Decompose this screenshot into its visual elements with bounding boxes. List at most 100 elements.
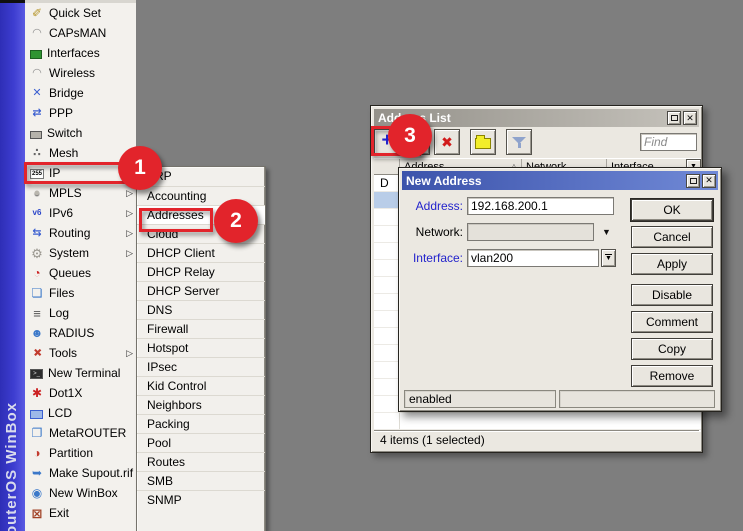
filter-button[interactable] [506, 129, 532, 155]
cancel-button[interactable]: Cancel [631, 226, 713, 248]
sidebar-item-radius[interactable]: RADIUS [25, 323, 136, 343]
maximize-icon [690, 178, 697, 184]
apply-button[interactable]: Apply [631, 253, 713, 275]
sidebar-menu: Quick Set CAPsMAN Interfaces Wireless Br… [25, 0, 136, 531]
submenu-arrow-icon: ▷ [126, 228, 133, 239]
submenu-arrow-icon: ▷ [126, 248, 133, 259]
radius-icon [30, 326, 44, 340]
network-dropdown-icon[interactable]: ▼ [602, 227, 611, 237]
find-input[interactable] [640, 133, 697, 151]
dialog-status-enabled: enabled [404, 390, 556, 408]
submenu-item-firewall[interactable]: Firewall [137, 319, 265, 338]
ppp-icon [30, 106, 44, 120]
switch-icon [30, 131, 42, 139]
submenu-item-dhcp-relay[interactable]: DHCP Relay [137, 262, 265, 281]
sidebar-item-exit[interactable]: Exit [25, 503, 136, 523]
close-icon: ✕ [686, 114, 694, 123]
sidebar-item-metarouter[interactable]: MetaROUTER [25, 423, 136, 443]
ipv6-icon [30, 206, 44, 220]
remove-button[interactable]: Remove [631, 365, 713, 387]
sidebar-item-quick-set[interactable]: Quick Set [25, 3, 136, 23]
disable-button[interactable]: Disable [631, 284, 713, 306]
submenu-item-dhcp-server[interactable]: DHCP Server [137, 281, 265, 300]
submenu-item-dhcp-client[interactable]: DHCP Client [137, 243, 265, 262]
annotation-step2-badge: 2 [214, 199, 258, 243]
network-input[interactable] [467, 223, 594, 241]
submenu-item-kid-control[interactable]: Kid Control [137, 376, 265, 395]
sidebar-item-bridge[interactable]: Bridge [25, 83, 136, 103]
submenu-item-pool[interactable]: Pool [137, 433, 265, 452]
submenu-item-snmp[interactable]: SNMP [137, 490, 265, 509]
maximize-button[interactable] [686, 174, 700, 188]
comment-button[interactable]: Comment [631, 311, 713, 333]
terminal-icon [30, 369, 43, 379]
close-button[interactable]: ✕ [702, 174, 716, 188]
sidebar-item-queues[interactable]: Queues [25, 263, 136, 283]
interface-dropdown-button[interactable]: ▼ [601, 249, 616, 267]
wireless-icon [30, 66, 44, 80]
sidebar-item-tools[interactable]: Tools▷ [25, 343, 136, 363]
files-icon [30, 286, 44, 300]
annotation-step3-badge: 3 [388, 114, 432, 158]
dialog-status-extra [559, 390, 715, 408]
sidebar-item-new-terminal[interactable]: New Terminal [25, 363, 136, 383]
submenu-item-routes[interactable]: Routes [137, 452, 265, 471]
sidebar-item-switch[interactable]: Switch [25, 123, 136, 143]
address-list-statusbar: 4 items (1 selected) [374, 430, 699, 449]
close-button[interactable]: ✕ [683, 111, 697, 125]
address-input[interactable] [467, 197, 614, 215]
cross-icon: ✖ [441, 134, 453, 151]
sidebar-item-ipv6[interactable]: IPv6▷ [25, 203, 136, 223]
queues-icon [30, 266, 44, 280]
maximize-button[interactable] [667, 111, 681, 125]
exit-icon [30, 506, 44, 520]
address-field-label: Address: [401, 197, 463, 215]
copy-button[interactable]: Copy [631, 338, 713, 360]
disable-button[interactable]: ✖ [434, 129, 460, 155]
ok-button[interactable]: OK [631, 199, 713, 221]
submenu-item-packing[interactable]: Packing [137, 414, 265, 433]
tools-icon [30, 346, 44, 360]
routing-icon [30, 226, 44, 240]
annotation-step2-box [139, 208, 213, 232]
sidebar-item-lcd[interactable]: LCD [25, 403, 136, 423]
column-flags[interactable] [374, 159, 400, 174]
table-row[interactable] [374, 413, 701, 430]
items-count-text: 4 items (1 selected) [380, 433, 485, 447]
comment-button[interactable] [470, 129, 496, 155]
sidebar-item-capsman[interactable]: CAPsMAN [25, 23, 136, 43]
submenu-item-hotspot[interactable]: Hotspot [137, 338, 265, 357]
supout-icon [30, 466, 44, 480]
sidebar-item-log[interactable]: Log [25, 303, 136, 323]
submenu-item-dns[interactable]: DNS [137, 300, 265, 319]
sidebar-item-files[interactable]: Files [25, 283, 136, 303]
winbox-icon [30, 486, 44, 500]
annotation-step1-badge: 1 [118, 146, 162, 190]
new-address-titlebar[interactable]: New Address ✕ [402, 171, 718, 190]
close-icon: ✕ [705, 176, 713, 185]
log-icon [30, 306, 44, 320]
sidebar-item-system[interactable]: System▷ [25, 243, 136, 263]
interface-input[interactable] [467, 249, 599, 267]
submenu-item-smb[interactable]: SMB [137, 471, 265, 490]
sidebar-item-partition[interactable]: Partition [25, 443, 136, 463]
sidebar-item-routing[interactable]: Routing▷ [25, 223, 136, 243]
sidebar-item-ppp[interactable]: PPP [25, 103, 136, 123]
sidebar-item-wireless[interactable]: Wireless [25, 63, 136, 83]
sidebar-item-mpls[interactable]: MPLS▷ [25, 183, 136, 203]
sidebar-item-make-supout[interactable]: Make Supout.rif [25, 463, 136, 483]
sidebar-item-new-winbox[interactable]: New WinBox [25, 483, 136, 503]
sidebar-item-interfaces[interactable]: Interfaces [25, 43, 136, 63]
submenu-item-ipsec[interactable]: IPsec [137, 357, 265, 376]
filter-funnel-icon [512, 136, 526, 149]
sidebar-item-dot1x[interactable]: Dot1X [25, 383, 136, 403]
interfaces-icon [30, 50, 42, 59]
submenu-arrow-icon: ▷ [126, 208, 133, 219]
lcd-icon [30, 410, 43, 419]
submenu-arrow-icon: ▷ [126, 348, 133, 359]
dropdown-icon: ▼ [605, 255, 612, 262]
submenu-item-neighbors[interactable]: Neighbors [137, 395, 265, 414]
capsman-icon [30, 26, 44, 40]
submenu-arrow-icon: ▷ [126, 188, 133, 199]
comment-folder-icon [475, 138, 491, 149]
